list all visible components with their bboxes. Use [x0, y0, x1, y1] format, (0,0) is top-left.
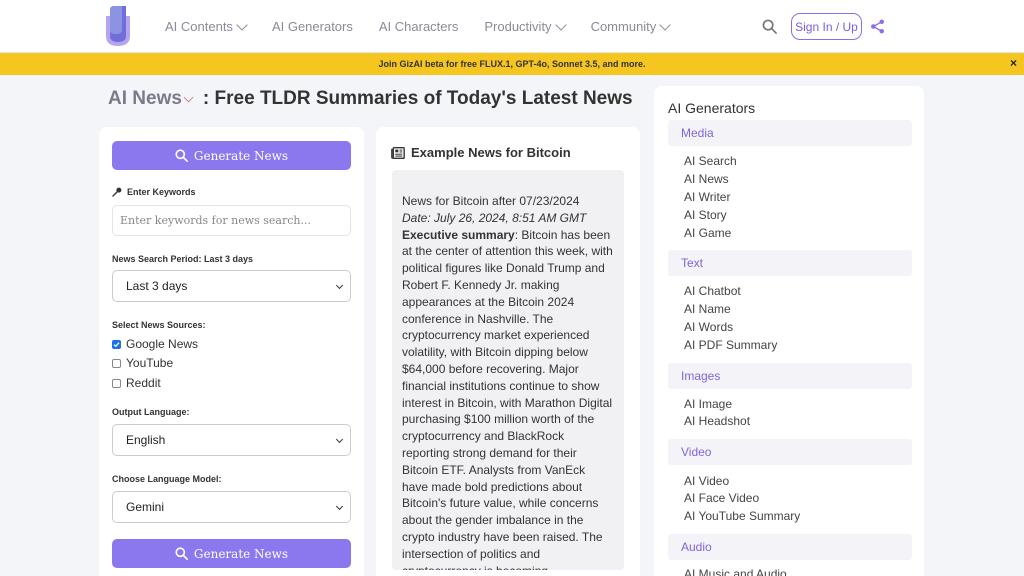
logo-icon[interactable]	[104, 6, 132, 46]
top-navbar: AI Contents AI Generators AI Characters …	[0, 0, 1024, 53]
sidebar-item-ai-pdf-summary[interactable]: AI PDF Summary	[684, 338, 777, 352]
select-value: English	[126, 433, 166, 447]
chevron-down-icon	[335, 435, 344, 444]
summary-text: : Bitcoin has been at the center of atte…	[402, 227, 613, 570]
checkbox-unchecked[interactable]	[112, 378, 121, 388]
source-youtube[interactable]: YouTube	[112, 356, 173, 370]
news-date: Date: July 26, 2024, 8:51 AM GMT	[402, 210, 587, 225]
summary-label: Executive summary	[402, 227, 515, 242]
period-select[interactable]: Last 3 days	[112, 270, 351, 302]
banner-text[interactable]: Join GizAI beta for free FLUX.1, GPT-4o,…	[378, 59, 645, 69]
close-icon[interactable]: ×	[1010, 56, 1017, 70]
nav-label: AI Generators	[271, 19, 353, 34]
checkbox-label: Reddit	[126, 376, 161, 390]
language-label: Output Language:	[112, 407, 190, 417]
title-dropdown[interactable]: AI News	[108, 88, 182, 110]
news-content: News for Bitcoin after 07/23/2024 Date: …	[392, 170, 624, 570]
sidebar-item-ai-name[interactable]: AI Name	[684, 302, 731, 316]
language-select[interactable]: English	[112, 424, 351, 456]
category-video[interactable]: Video	[668, 439, 912, 465]
nav-label: AI Characters	[378, 19, 459, 34]
sidebar-item-ai-words[interactable]: AI Words	[684, 320, 733, 334]
nav-label: Community	[590, 19, 657, 34]
source-google-news[interactable]: Google News	[112, 337, 198, 351]
nav-productivity[interactable]: Productivity	[484, 18, 567, 34]
period-label: News Search Period: Last 3 days	[112, 254, 254, 264]
generate-news-button-bottom[interactable]: Generate News	[112, 539, 351, 568]
search-icon	[175, 149, 188, 162]
model-label: Choose Language Model:	[112, 474, 222, 484]
chevron-down-icon	[335, 281, 344, 290]
chevron-down-icon	[335, 502, 344, 511]
source-reddit[interactable]: Reddit	[112, 376, 161, 390]
check-icon	[113, 341, 120, 347]
nav-ai-characters[interactable]: AI Characters	[379, 19, 458, 34]
checkbox-unchecked[interactable]	[112, 358, 121, 368]
model-select[interactable]: Gemini	[112, 491, 351, 523]
sidebar-item-ai-youtube-summary[interactable]: AI YouTube Summary	[684, 509, 800, 523]
sidebar-item-ai-game[interactable]: AI Game	[684, 226, 731, 240]
sidebar-item-ai-writer[interactable]: AI Writer	[684, 190, 730, 204]
select-value: Gemini	[126, 500, 165, 514]
chevron-down-icon	[659, 18, 671, 31]
search-icon[interactable]	[762, 19, 777, 34]
promo-banner: Join GizAI beta for free FLUX.1, GPT-4o,…	[0, 53, 1024, 75]
sources-label: Select News Sources:	[112, 320, 206, 330]
page-title: AI News : Free TLDR Summaries of Today's…	[108, 88, 633, 110]
nav-community[interactable]: Community	[590, 18, 671, 34]
nav-ai-generators[interactable]: AI Generators	[272, 19, 353, 34]
checkbox-label: Google News	[126, 337, 199, 351]
sidebar-item-ai-video[interactable]: AI Video	[684, 474, 729, 488]
generate-news-button[interactable]: Generate News	[112, 141, 351, 170]
heading-text: Example News for Bitcoin	[411, 145, 571, 160]
sidebar-title: AI Generators	[668, 100, 756, 116]
sidebar-item-ai-news[interactable]: AI News	[684, 172, 729, 186]
label-text: Enter Keywords	[127, 187, 196, 197]
sidebar-item-ai-search[interactable]: AI Search	[684, 154, 737, 168]
chevron-down-icon	[554, 18, 567, 31]
keywords-label: Enter Keywords	[112, 187, 196, 197]
newspaper-icon	[391, 146, 405, 159]
category-media[interactable]: Media	[668, 120, 912, 146]
share-icon[interactable]	[870, 19, 885, 34]
sign-in-button[interactable]: Sign In / Up	[791, 13, 862, 40]
sidebar-item-ai-chatbot[interactable]: AI Chatbot	[684, 284, 741, 298]
category-audio[interactable]: Audio	[668, 534, 912, 560]
sidebar-item-ai-headshot[interactable]: AI Headshot	[684, 414, 750, 428]
button-label: Generate News	[193, 148, 289, 163]
news-line: News for Bitcoin after 07/23/2024	[402, 194, 580, 208]
category-images[interactable]: Images	[668, 363, 912, 389]
keywords-input[interactable]	[112, 205, 351, 236]
nav-ai-contents[interactable]: AI Contents	[165, 18, 248, 34]
nav-links: AI Contents AI Generators AI Characters …	[165, 0, 695, 53]
select-value: Last 3 days	[126, 279, 188, 293]
sidebar-item-ai-face-video[interactable]: AI Face Video	[684, 491, 759, 505]
news-summary: Executive summary: Bitcoin has been at t…	[402, 228, 613, 570]
news-heading: Example News for Bitcoin	[391, 145, 571, 160]
key-icon	[112, 187, 122, 197]
sidebar-item-ai-story[interactable]: AI Story	[684, 208, 727, 222]
nav-label: Productivity	[484, 19, 552, 34]
title-text: : Free TLDR Summaries of Today's Latest …	[202, 88, 633, 109]
button-label: Generate News	[193, 546, 289, 561]
chevron-down-icon[interactable]	[183, 92, 194, 103]
news-form-card: Generate News Enter Keywords News Search…	[99, 127, 364, 576]
checkbox-label: YouTube	[126, 356, 174, 370]
category-text[interactable]: Text	[668, 250, 912, 276]
example-news-card: Example News for Bitcoin News for Bitcoi…	[376, 127, 640, 576]
sidebar-item-ai-image[interactable]: AI Image	[684, 397, 732, 411]
search-icon	[175, 547, 188, 560]
sidebar-item-ai-music-and-audio[interactable]: AI Music and Audio	[684, 567, 787, 576]
chevron-down-icon	[236, 18, 248, 31]
nav-label: AI Contents	[165, 19, 233, 34]
checkbox-checked[interactable]	[112, 339, 121, 349]
ai-generators-sidebar: AI Generators Media AI Search AI News AI…	[654, 86, 924, 576]
